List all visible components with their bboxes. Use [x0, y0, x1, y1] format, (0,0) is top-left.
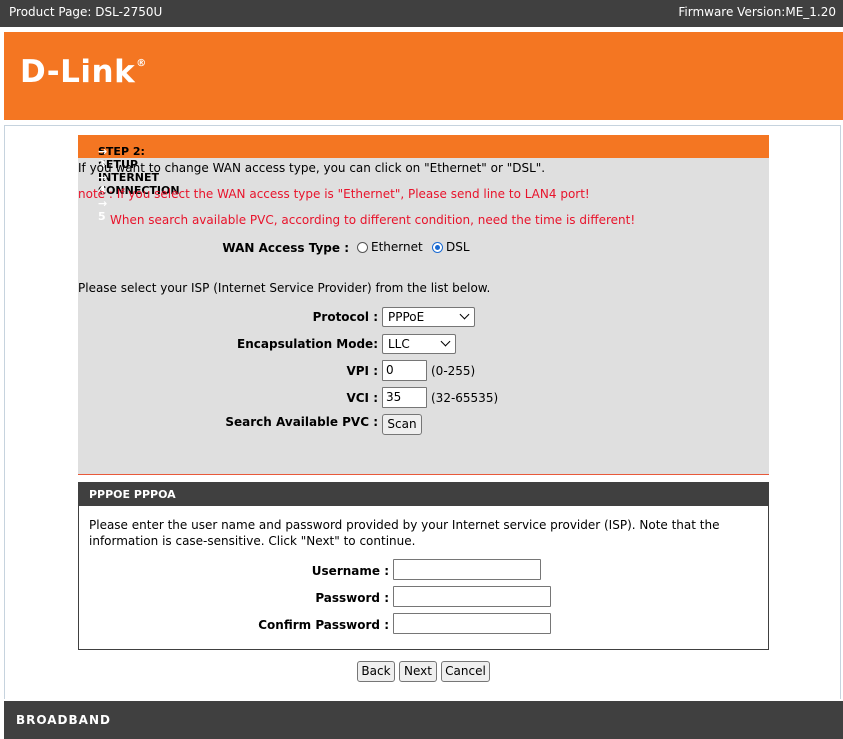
pppoe-title: PPPOE PPPOA: [89, 488, 176, 501]
next-button[interactable]: Next: [399, 661, 437, 682]
wan-radio-ethernet[interactable]: Ethernet: [357, 240, 423, 254]
encapsulation-value: LLC: [388, 337, 410, 351]
vpi-input[interactable]: 0: [382, 360, 427, 381]
username-input[interactable]: [393, 559, 541, 580]
brand-header: D-Link®: [4, 32, 843, 120]
vci-range: (32-65535): [431, 391, 499, 405]
chevron-down-icon: [459, 309, 470, 320]
vci-input[interactable]: 35: [382, 387, 427, 408]
note-pvc-search: When search available PVC, according to …: [110, 213, 636, 227]
encapsulation-select[interactable]: LLC: [382, 334, 456, 354]
encapsulation-label: Encapsulation Mode:: [237, 337, 378, 351]
confirm-password-input[interactable]: [393, 613, 551, 634]
setup-internet-section: STEP 2: SETUP INTERNET CONNECTION → 3 → …: [78, 135, 769, 475]
confirm-password-label: Confirm Password :: [258, 618, 389, 632]
step-arrows: → 3 → 4 → 5: [98, 145, 108, 223]
vpi-label: VPI :: [346, 364, 378, 378]
protocol-value: PPPoE: [388, 310, 425, 324]
isp-select-text: Please select your ISP (Internet Service…: [78, 281, 491, 295]
dlink-logo: D-Link®: [20, 54, 147, 90]
step-header: STEP 2: SETUP INTERNET CONNECTION → 3 → …: [78, 135, 769, 223]
wan-radio-dsl[interactable]: DSL: [432, 240, 470, 254]
protocol-select[interactable]: PPPoE: [382, 307, 475, 327]
vci-label: VCI :: [346, 391, 378, 405]
scan-button[interactable]: Scan: [382, 414, 422, 435]
cancel-button[interactable]: Cancel: [441, 661, 490, 682]
footer-bar: BROADBAND: [4, 701, 843, 739]
pppoe-header: PPPOE PPPOA: [79, 483, 768, 506]
firmware-version-label: Firmware Version:ME_1.20: [678, 5, 836, 19]
radio-ethernet-icon[interactable]: [357, 242, 368, 253]
radio-dsl-label: DSL: [446, 240, 470, 254]
pppoe-section: PPPOE PPPOA Please enter the user name a…: [78, 482, 769, 650]
password-input[interactable]: [393, 586, 551, 607]
vpi-range: (0-255): [431, 364, 476, 378]
pppoe-description: Please enter the user name and password …: [89, 518, 720, 548]
logo-text: D-Link: [20, 54, 136, 90]
note-ethernet: note : If you select the WAN access type…: [78, 187, 590, 201]
wan-info-text: If you want to change WAN access type, y…: [78, 161, 546, 175]
product-page-label: Product Page: DSL-2750U: [9, 5, 163, 19]
back-button[interactable]: Back: [357, 661, 395, 682]
radio-ethernet-label: Ethernet: [371, 240, 423, 254]
password-label: Password :: [315, 591, 389, 605]
broadband-label: BROADBAND: [16, 713, 111, 727]
radio-dsl-icon[interactable]: [432, 242, 443, 253]
search-pvc-label: Search Available PVC :: [225, 415, 378, 429]
registered-mark: ®: [136, 58, 147, 69]
wan-access-type-label: WAN Access Type :: [222, 241, 349, 255]
chevron-down-icon: [440, 336, 451, 347]
protocol-label: Protocol :: [312, 310, 378, 324]
top-bar: Product Page: DSL-2750U Firmware Version…: [0, 0, 843, 27]
username-label: Username :: [311, 564, 389, 578]
